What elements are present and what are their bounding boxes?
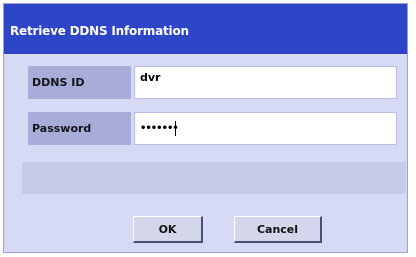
dialog-title: Retrieve DDNS Information	[4, 4, 407, 54]
status-message-area	[22, 162, 406, 194]
ddns-id-input[interactable]	[134, 66, 397, 99]
text-cursor	[175, 121, 176, 136]
password-label: Password	[28, 112, 131, 145]
password-input[interactable]	[134, 112, 397, 145]
retrieve-ddns-dialog: Retrieve DDNS Information DDNS ID Passwo…	[3, 3, 408, 253]
cancel-button[interactable]: Cancel	[234, 216, 322, 243]
ddns-id-label: DDNS ID	[28, 66, 131, 99]
ok-button[interactable]: OK	[133, 216, 203, 243]
